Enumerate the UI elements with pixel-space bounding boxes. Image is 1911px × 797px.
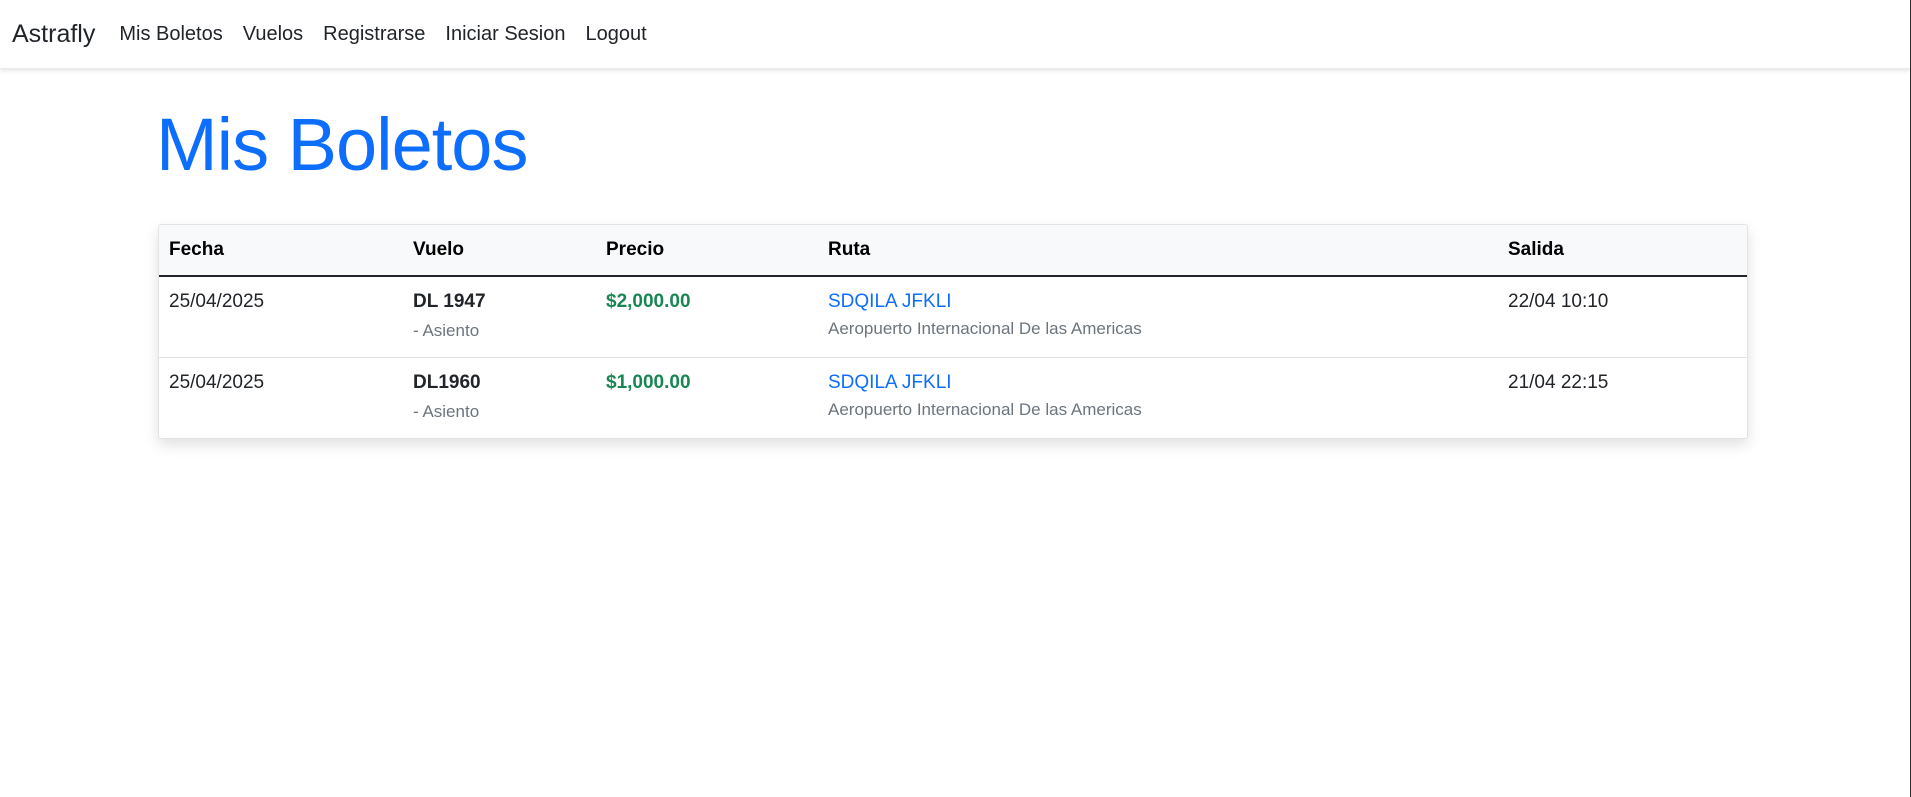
price-value: $2,000.00 — [606, 291, 691, 312]
header-ruta: Ruta — [818, 225, 1498, 277]
flight-code: DL 1947 — [413, 291, 486, 312]
nav-link-mis-boletos[interactable]: Mis Boletos — [119, 23, 222, 46]
cell-fecha: 25/04/2025 — [169, 372, 265, 393]
page: Astrafly Mis Boletos Vuelos Registrarse … — [0, 0, 1911, 797]
nav-links: Mis Boletos Vuelos Registrarse Iniciar S… — [109, 23, 656, 46]
brand-logo-link[interactable]: Astrafly — [12, 20, 95, 49]
nav-link-iniciar-sesion[interactable]: Iniciar Sesion — [445, 23, 565, 46]
cell-fecha: 25/04/2025 — [159, 276, 403, 358]
page-title: Mis Boletos — [156, 103, 528, 186]
cell-vuelo: DL 1947 - Asiento — [403, 276, 596, 358]
cell-vuelo: DL1960 - Asiento — [403, 358, 596, 439]
seat-label: - Asiento — [413, 321, 480, 340]
route-link[interactable]: SDQILA JFKLI — [828, 372, 1488, 394]
cell-precio: $1,000.00 — [596, 358, 818, 439]
seat-label: - Asiento — [413, 402, 480, 421]
header-vuelo: Vuelo — [403, 225, 596, 277]
table-header: Fecha Vuelo Precio Ruta Salida — [159, 225, 1747, 277]
tickets-table: Fecha Vuelo Precio Ruta Salida 25/04/202… — [159, 225, 1747, 438]
cell-ruta: SDQILA JFKLI Aeropuerto Internacional De… — [818, 358, 1498, 439]
price-value: $1,000.00 — [606, 372, 691, 393]
flight-code: DL1960 — [413, 372, 481, 393]
cell-salida: 22/04 10:10 — [1498, 276, 1747, 358]
nav-link-registrarse[interactable]: Registrarse — [323, 23, 425, 46]
header-fecha: Fecha — [159, 225, 403, 277]
route-link[interactable]: SDQILA JFKLI — [828, 291, 1488, 313]
tickets-table-card: Fecha Vuelo Precio Ruta Salida 25/04/202… — [158, 224, 1748, 439]
top-navbar: Astrafly Mis Boletos Vuelos Registrarse … — [0, 0, 1910, 69]
cell-ruta: SDQILA JFKLI Aeropuerto Internacional De… — [818, 276, 1498, 358]
airport-name: Aeropuerto Internacional De las Americas — [828, 400, 1142, 419]
nav-link-logout[interactable]: Logout — [585, 23, 646, 46]
table-body: 25/04/2025 DL 1947 - Asiento $2,000.00 S… — [159, 276, 1747, 438]
cell-precio: $2,000.00 — [596, 276, 818, 358]
table-header-row: Fecha Vuelo Precio Ruta Salida — [159, 225, 1747, 277]
nav-link-vuelos[interactable]: Vuelos — [243, 23, 303, 46]
cell-salida: 21/04 22:15 — [1508, 372, 1609, 393]
header-precio: Precio — [596, 225, 818, 277]
header-salida: Salida — [1498, 225, 1747, 277]
table-row: 25/04/2025 DL1960 - Asiento $1,000.00 SD… — [159, 358, 1747, 439]
airport-name: Aeropuerto Internacional De las Americas — [828, 319, 1142, 338]
table-row: 25/04/2025 DL 1947 - Asiento $2,000.00 S… — [159, 276, 1747, 358]
